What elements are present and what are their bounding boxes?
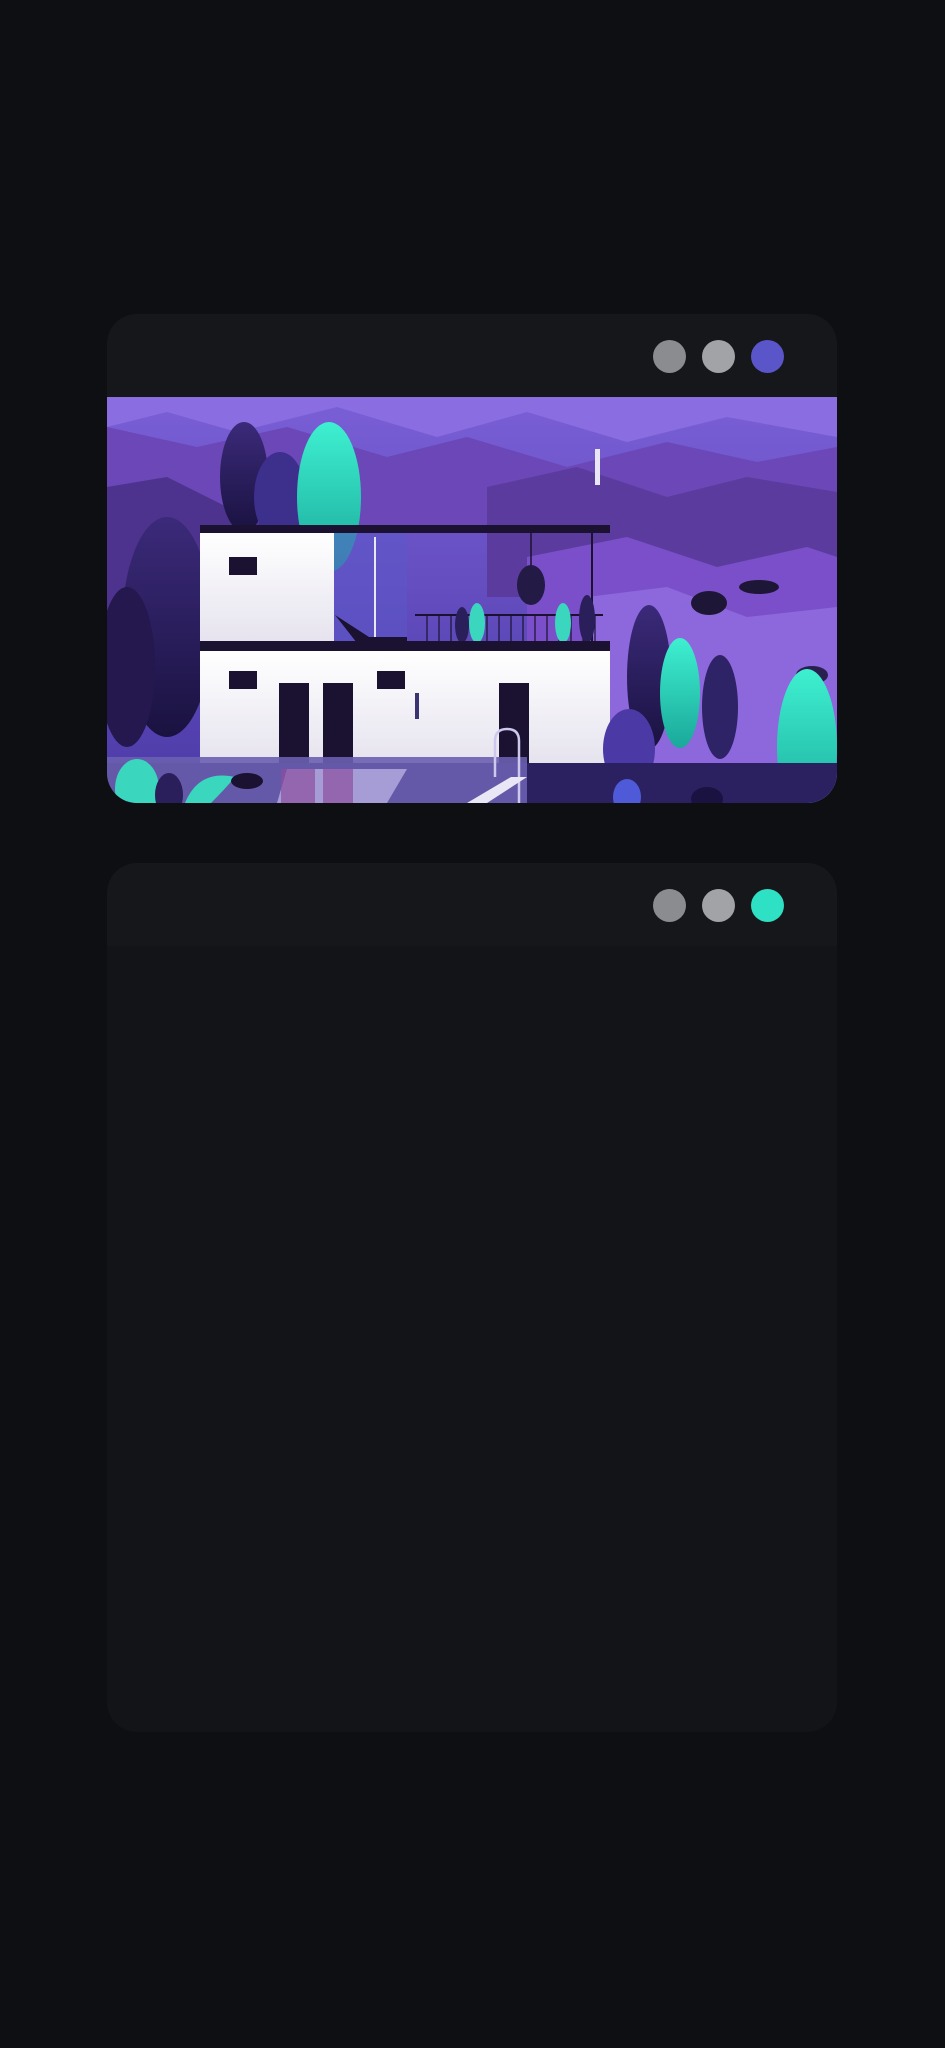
window-dot-3[interactable] (751, 340, 784, 373)
window-controls (653, 889, 784, 922)
terrace-plant-1 (455, 607, 469, 643)
door-1 (279, 683, 309, 763)
window-body (107, 946, 837, 1732)
terrace-plant-4 (579, 595, 595, 643)
upper-wall (200, 533, 334, 641)
roof (200, 525, 610, 533)
floor-slab (200, 641, 610, 651)
foliage-dark-2 (231, 773, 263, 789)
window-titlebar (107, 314, 837, 397)
door-reflection-2 (323, 769, 353, 803)
lower-window-1 (229, 671, 257, 689)
rock-2 (739, 580, 779, 594)
upper-window (229, 557, 257, 575)
distant-tower (595, 449, 600, 485)
hanging-chair (517, 565, 545, 605)
window-dot-1[interactable] (653, 340, 686, 373)
window-controls (653, 340, 784, 373)
lower-wall (200, 651, 610, 763)
door-3 (499, 683, 529, 763)
window-illustration (107, 314, 837, 803)
terrace-plant-2 (469, 603, 485, 643)
window-dot-2[interactable] (702, 889, 735, 922)
window-titlebar (107, 863, 837, 946)
tree-right-2 (702, 655, 738, 759)
wall-light (415, 693, 419, 719)
terrace-plant-3 (555, 603, 571, 643)
rock-1 (691, 591, 727, 615)
door-2 (323, 683, 353, 763)
window-empty (107, 863, 837, 1732)
door-reflection-1 (281, 769, 315, 803)
tree-right-teal (660, 638, 700, 748)
house-illustration (107, 397, 837, 803)
page (0, 0, 945, 2048)
window-dot-2[interactable] (702, 340, 735, 373)
window-dot-3[interactable] (751, 889, 784, 922)
lower-window-2 (377, 671, 405, 689)
window-dot-1[interactable] (653, 889, 686, 922)
